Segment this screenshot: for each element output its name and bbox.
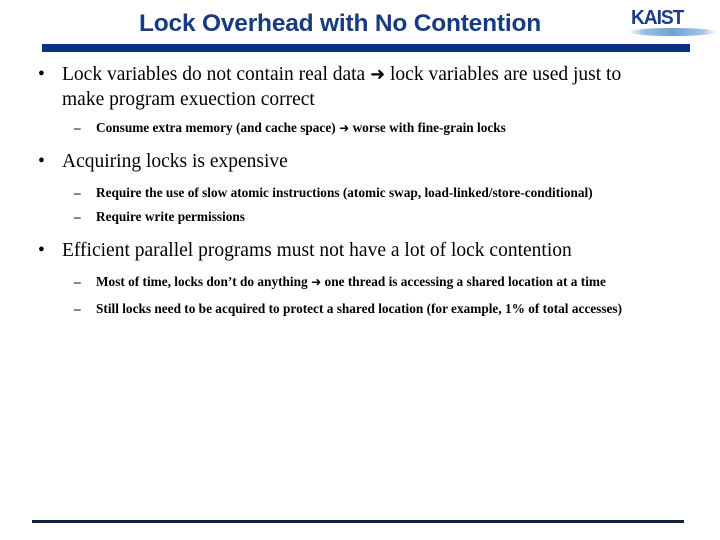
- bottom-rule: [32, 520, 684, 523]
- slide-title-band: Lock Overhead with No Contention KAIST: [0, 0, 720, 56]
- sub-bullet-text-3-1-part-b: one thread is accessing a shared locatio…: [321, 274, 606, 289]
- sub-bullet-item-3-1: – Most of time, locks don’t do anything …: [0, 273, 720, 291]
- bullet-item-3: • Efficient parallel programs must not h…: [0, 239, 720, 264]
- bullet-text-3: Efficient parallel programs must not hav…: [62, 239, 572, 261]
- bullet-marker: •: [38, 64, 45, 85]
- kaist-logo: KAIST: [628, 7, 717, 37]
- title-underline-rule: [42, 44, 690, 52]
- sub-bullet-marker: –: [74, 274, 81, 289]
- sub-bullet-text-1-1: Consume extra memory (and cache space) ➜…: [96, 119, 676, 137]
- sub-bullet-text-2-2: Require write permissions: [96, 208, 245, 224]
- sub-bullet-marker: –: [74, 184, 81, 200]
- kaist-wordmark-text: KAIST: [631, 7, 684, 29]
- slide-body: • Lock variables do not contain real dat…: [0, 56, 720, 506]
- bullet-text-1: Lock variables do not contain real data …: [62, 63, 654, 112]
- bullet-marker: •: [38, 151, 45, 172]
- kaist-swoosh-icon: [628, 28, 717, 36]
- bullet-marker: •: [38, 239, 45, 261]
- bullet-item-1: • Lock variables do not contain real dat…: [0, 63, 720, 112]
- bullet-group-2: • Acquiring locks is expensive – Require…: [0, 150, 720, 225]
- arrow-icon: ➜: [339, 121, 350, 135]
- arrow-icon: ➜: [370, 64, 386, 85]
- sub-bullet-item-1-1: – Consume extra memory (and cache space)…: [0, 119, 720, 137]
- sub-bullet-text-2-1: Require the use of slow atomic instructi…: [96, 184, 593, 200]
- sub-bullet-text-3-2: Still locks need to be acquired to prote…: [96, 301, 623, 316]
- bullet-item-2: • Acquiring locks is expensive: [0, 150, 720, 175]
- sub-bullet-marker: –: [74, 301, 81, 316]
- sub-bullet-marker: –: [74, 208, 81, 224]
- sub-bullet-text-3-1: Most of time, locks don’t do anything ➜ …: [96, 273, 676, 291]
- sub-bullet-text-3-1-part-a: Most of time, locks don’t do anything: [96, 274, 311, 289]
- sub-bullet-text-1-1-part-a: Consume extra memory (and cache space): [96, 120, 339, 135]
- bullet-text-2: Acquiring locks is expensive: [62, 151, 288, 172]
- sub-bullet-item-2-2: – Require write permissions: [0, 208, 720, 225]
- arrow-icon: ➜: [310, 275, 322, 289]
- sub-bullet-text-1-1-part-b: worse with fine-grain locks: [349, 120, 506, 135]
- sub-bullet-marker: –: [74, 120, 81, 135]
- sub-bullet-item-2-1: – Require the use of slow atomic instruc…: [0, 184, 720, 201]
- bullet-text-1-part-a: Lock variables do not contain real data: [62, 64, 371, 85]
- sub-bullet-item-3-2: – Still locks need to be acquired to pro…: [0, 300, 720, 317]
- bullet-group-1: • Lock variables do not contain real dat…: [0, 63, 720, 137]
- page-title: Lock Overhead with No Contention: [139, 10, 541, 37]
- bullet-group-3: • Efficient parallel programs must not h…: [0, 239, 720, 318]
